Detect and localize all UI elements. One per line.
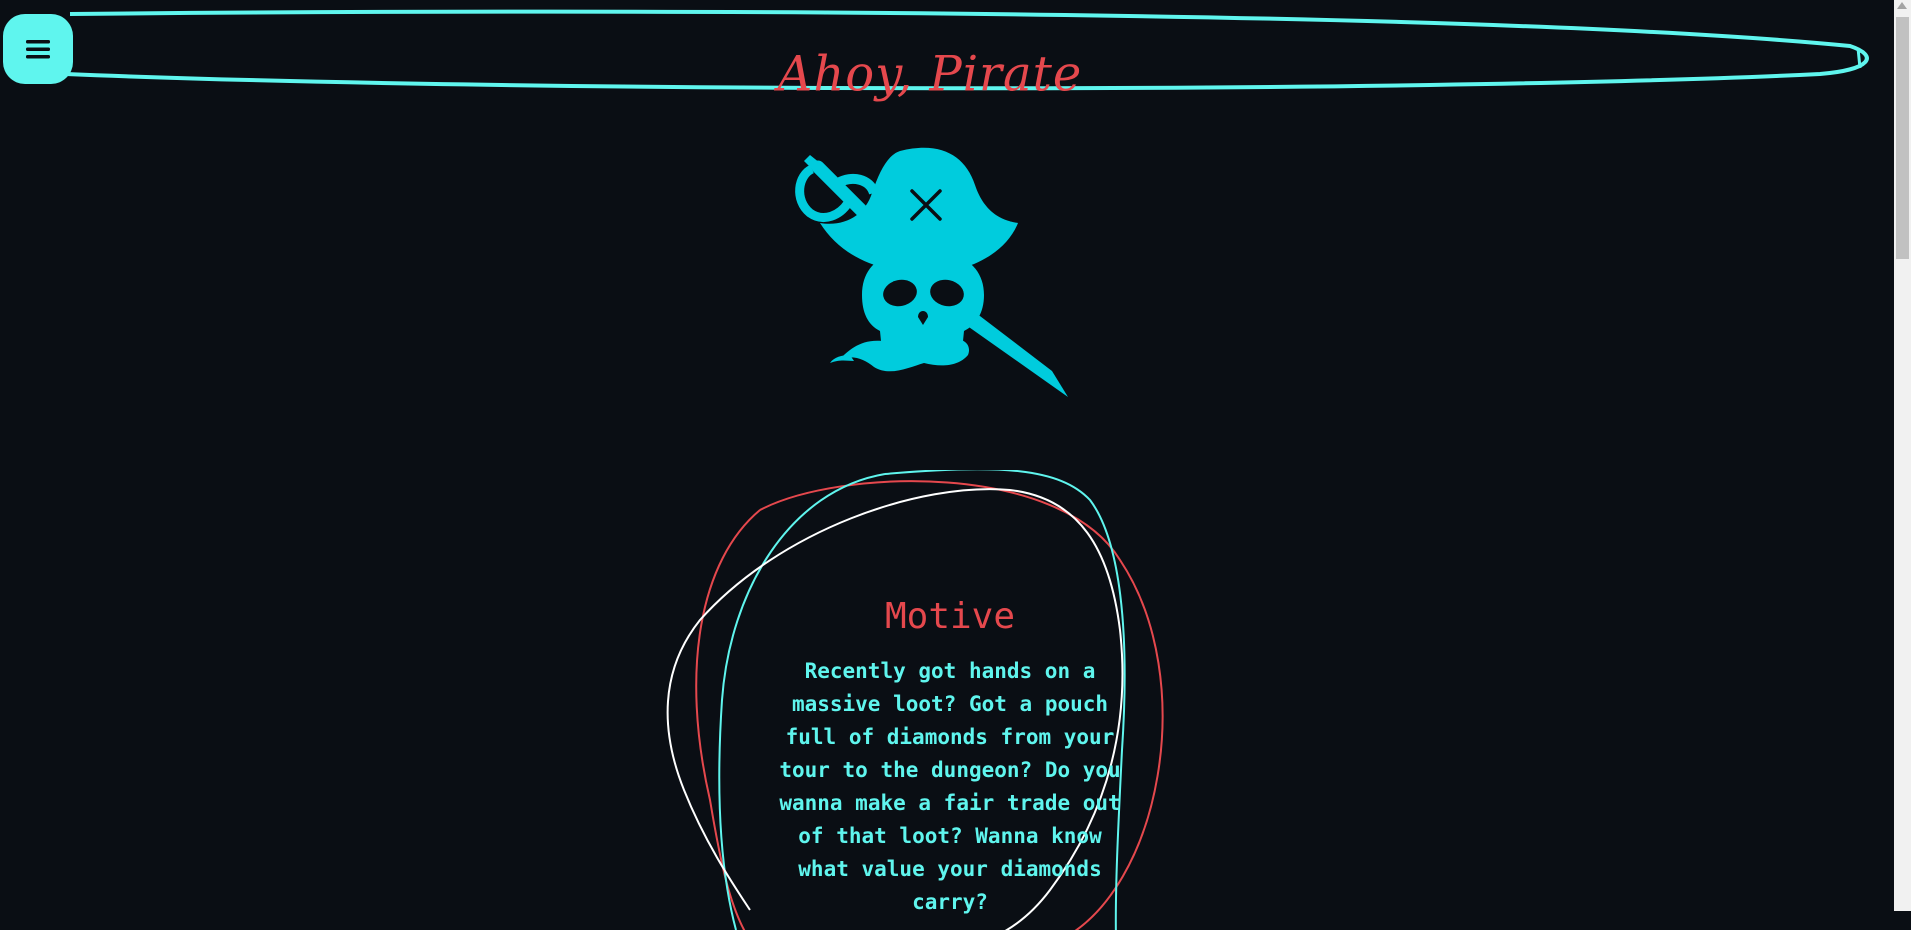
page-title: Ahoy, Pirate <box>777 45 1083 103</box>
pirate-skull-icon <box>795 147 1068 397</box>
motive-body-text: Recently got hands on a massive loot? Go… <box>779 659 1121 914</box>
vertical-scrollbar[interactable] <box>1894 0 1911 911</box>
motive-heading: Motive <box>884 596 1016 637</box>
motive-section: Motive Recently got hands on a massive l… <box>770 596 1130 919</box>
scroll-up-arrow-icon[interactable] <box>1897 2 1907 9</box>
window-top-strip <box>0 0 1911 11</box>
scrollbar-thumb[interactable] <box>1896 17 1909 259</box>
